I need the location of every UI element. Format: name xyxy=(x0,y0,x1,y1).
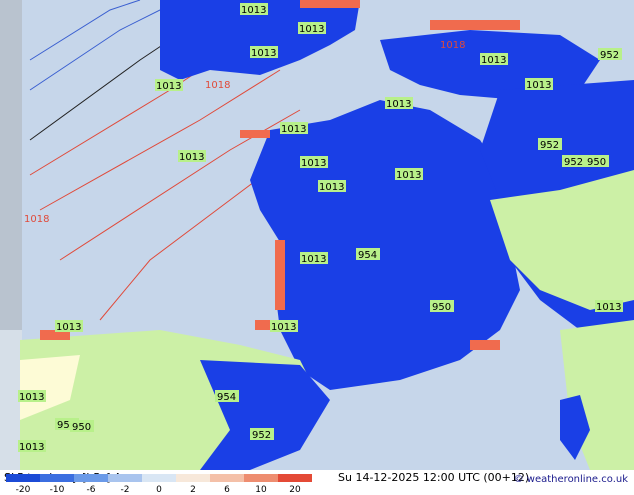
scale-swatch xyxy=(244,474,278,482)
scale-tick-label: -20 xyxy=(15,485,31,495)
pressure-label: 1013 xyxy=(301,254,326,265)
pressure-label: 1013 xyxy=(319,182,344,193)
scale-swatch xyxy=(176,474,210,482)
scale-tick-label: 10 xyxy=(255,485,267,495)
scale-swatch xyxy=(108,474,142,482)
pressure-label: 1013 xyxy=(251,48,276,59)
credit-link[interactable]: © weatheronline.co.uk xyxy=(514,474,628,485)
pressure-label: 1013 xyxy=(481,55,506,66)
pressure-label: 954 xyxy=(217,392,236,403)
pressure-label: 1013 xyxy=(301,158,326,169)
valid-time: Su 14-12-2025 12:00 UTC (00+12) xyxy=(338,471,530,484)
west-edge-strip xyxy=(0,0,22,330)
scale-swatch xyxy=(74,474,108,482)
pressure-label: 952 xyxy=(252,430,271,441)
pressure-label: 1013 xyxy=(156,81,181,92)
pressure-label: 1013 xyxy=(526,80,551,91)
scale-tick-label: -6 xyxy=(86,485,96,495)
pressure-label: 1018 xyxy=(440,40,465,51)
scale-tick-label: -2 xyxy=(120,485,130,495)
pressure-label: 1013 xyxy=(271,322,296,333)
pressure-label: 1013 xyxy=(179,152,204,163)
pressure-label: 952 xyxy=(564,157,583,168)
pressure-label: 1013 xyxy=(396,170,421,181)
scale-swatch xyxy=(40,474,74,482)
scale-swatch xyxy=(142,474,176,482)
pressure-label: 952 xyxy=(600,50,619,61)
pressure-label: 1018 xyxy=(24,214,49,225)
pressure-label: 1013 xyxy=(299,24,324,35)
pressure-label: 954 xyxy=(358,250,377,261)
scale-tick-label: 20 xyxy=(289,485,301,495)
pressure-label: 1013 xyxy=(281,124,306,135)
scale-tick-label: -10 xyxy=(49,485,65,495)
pressure-label: 1013 xyxy=(241,5,266,16)
scale-swatch xyxy=(210,474,244,482)
scale-tick-label: 6 xyxy=(224,485,230,495)
pressure-label: 1013 xyxy=(56,322,81,333)
slp-tendency-map: 1013 1013 1013 1013 1013 1013 1013 1013 … xyxy=(0,0,634,470)
scale-swatch xyxy=(278,474,312,482)
scale-tick-label: 2 xyxy=(190,485,196,495)
pressure-label: 1018 xyxy=(205,80,230,91)
pressure-label: 952 xyxy=(540,140,559,151)
pressure-label: 950 xyxy=(432,302,451,313)
pressure-label: 950 xyxy=(587,157,606,168)
scale-tick-label: 0 xyxy=(156,485,162,495)
pressure-label: 1013 xyxy=(596,302,621,313)
pressure-label: 1013 xyxy=(386,99,411,110)
scale-swatch xyxy=(6,474,40,482)
pressure-label: 1013 xyxy=(19,442,44,453)
pressure-label: 1013 xyxy=(19,392,44,403)
pressure-label: 950 xyxy=(72,422,91,433)
